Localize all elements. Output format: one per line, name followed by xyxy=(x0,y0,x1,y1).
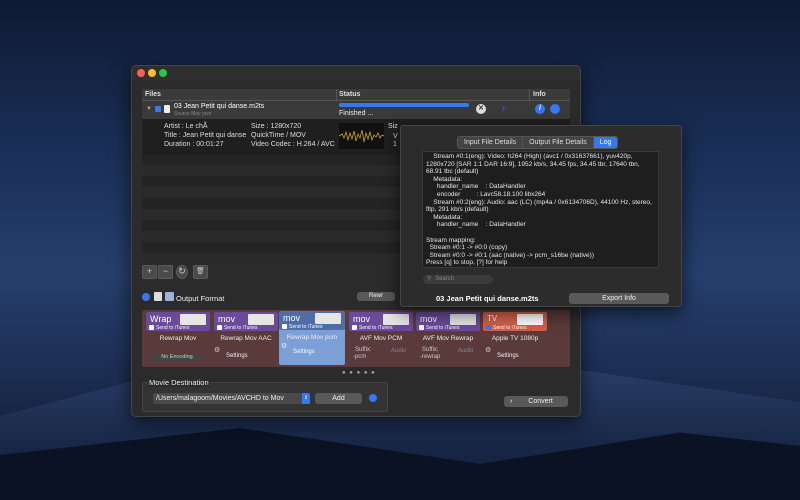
column-info[interactable]: Info xyxy=(533,91,546,98)
document-icon xyxy=(164,105,170,113)
detail-title: Title : Jean Petit qui danse xyxy=(164,132,247,139)
popup-arrows-icon: ⇕ xyxy=(302,393,310,404)
detail-size: Size : 1280x720 xyxy=(251,123,302,130)
column-files[interactable]: Files xyxy=(145,91,161,98)
cancel-icon[interactable]: ✕ xyxy=(476,104,486,114)
status-text: Finished ... xyxy=(339,110,374,117)
no-encoding-badge: No Encoding xyxy=(152,354,202,361)
file-subtitle: Source Mov pcm xyxy=(174,111,212,117)
detail-artist: Artist : Le chÃ xyxy=(164,123,208,130)
file-info-icon[interactable] xyxy=(154,292,162,301)
detail-container: QuickTime / MOV xyxy=(251,132,306,139)
settings-circle-icon[interactable] xyxy=(550,104,560,114)
info-tabs: Input File Details Output File Details L… xyxy=(457,136,619,149)
file-list-header: Files Status Info xyxy=(142,89,570,101)
format-strip: Wrap Send to iTunes Rewrap Mov No Encodi… xyxy=(142,310,570,367)
disclosure-triangle-icon[interactable]: ▼ xyxy=(146,106,152,112)
title-bar[interactable] xyxy=(132,66,580,80)
zoom-button[interactable] xyxy=(159,69,167,77)
finder-icon[interactable] xyxy=(165,292,174,301)
settings-link[interactable]: Settings xyxy=(497,353,519,359)
close-button[interactable] xyxy=(137,69,145,77)
tab-log[interactable]: Log xyxy=(593,137,618,148)
destination-box: Movie Destination /Users/malagoom/Movies… xyxy=(142,378,388,412)
progress-fill xyxy=(339,103,469,107)
format-icon xyxy=(180,314,206,325)
info-icon[interactable]: i xyxy=(535,104,545,114)
gear-icon[interactable]: ⚙ xyxy=(214,346,220,354)
audio-waveform-thumbnail xyxy=(339,123,384,149)
page-dots[interactable]: ● ● ● ● ● xyxy=(342,370,376,376)
detail-one-partial: 1 xyxy=(393,141,397,148)
play-chevron-icon: › xyxy=(510,398,513,405)
format-rewrap-mov[interactable]: Wrap Send to iTunes Rewrap Mov No Encodi… xyxy=(146,312,210,364)
format-avf-mov-rewrap[interactable]: mov Send to iTunes AVF Mov Rewrap Suffix… xyxy=(416,312,480,364)
search-icon: ⚲ xyxy=(427,276,432,282)
column-status[interactable]: Status xyxy=(339,91,360,98)
refresh-button[interactable]: ↻ xyxy=(176,265,188,279)
format-rewrap-mov-pcm-selected[interactable]: mov Send to iTunes Rewrap Mov pcm ⚙ Sett… xyxy=(279,311,345,365)
settings-link[interactable]: Settings xyxy=(293,349,315,355)
gear-icon[interactable]: ⚙ xyxy=(281,342,287,350)
output-format-label: Output Format xyxy=(176,294,225,303)
tab-output-file-details[interactable]: Output File Details xyxy=(523,137,594,148)
file-name: 03 Jean Petit qui danse.m2ts xyxy=(174,103,265,110)
info-panel: Input File Details Output File Details L… xyxy=(400,125,682,307)
progress-bar xyxy=(339,103,469,107)
trash-button[interactable]: 🗑 xyxy=(193,265,208,279)
panel-file-name: 03 Jean Petit qui danse.m2ts xyxy=(436,294,539,303)
detail-size-partial: Siz xyxy=(388,123,398,130)
file-checkbox[interactable] xyxy=(155,106,161,112)
reveal-chevron-icon[interactable]: › xyxy=(502,103,505,113)
detail-duration: Duration : 00:01:27 xyxy=(164,141,224,148)
settings-link[interactable]: Settings xyxy=(226,353,248,359)
format-avf-mov-pcm[interactable]: mov Send to iTunes AVF Mov PCM Suffix: -… xyxy=(349,312,413,364)
log-text[interactable]: Stream #0:1(eng): Video: h264 (High) (av… xyxy=(422,151,659,268)
destination-popup[interactable]: /Users/malagoom/Movies/AVCHD to Mov ⇕ xyxy=(153,393,310,404)
log-search-field[interactable]: ⚲ Search xyxy=(423,275,493,284)
rewrap-button[interactable]: Rewr xyxy=(357,292,395,301)
tab-input-file-details[interactable]: Input File Details xyxy=(458,137,524,148)
add-destination-button[interactable]: Add xyxy=(315,393,362,404)
destination-info-icon[interactable] xyxy=(369,394,377,402)
movie-destination-label: Movie Destination xyxy=(148,378,210,387)
detail-video-codec: Video Codec : H.264 / AVC xyxy=(251,141,335,148)
remove-file-button[interactable]: − xyxy=(158,265,173,279)
convert-button[interactable]: › Convert xyxy=(504,396,568,407)
format-settings-icon[interactable] xyxy=(142,293,150,301)
detail-v-partial: V xyxy=(393,133,398,140)
export-info-button[interactable]: Export Info xyxy=(569,293,669,304)
add-file-button[interactable]: + xyxy=(142,265,157,279)
file-row[interactable]: ▼ 03 Jean Petit qui danse.m2ts Source Mo… xyxy=(142,101,570,119)
gear-icon[interactable]: ⚙ xyxy=(485,346,491,354)
format-apple-tv-1080p[interactable]: TV Send to iTunes Apple TV 1080p ⚙ Setti… xyxy=(483,312,547,364)
minimize-button[interactable] xyxy=(148,69,156,77)
format-rewrap-mov-aac[interactable]: mov Send to iTunes Rewrap Mov AAC ⚙ Sett… xyxy=(214,312,278,364)
